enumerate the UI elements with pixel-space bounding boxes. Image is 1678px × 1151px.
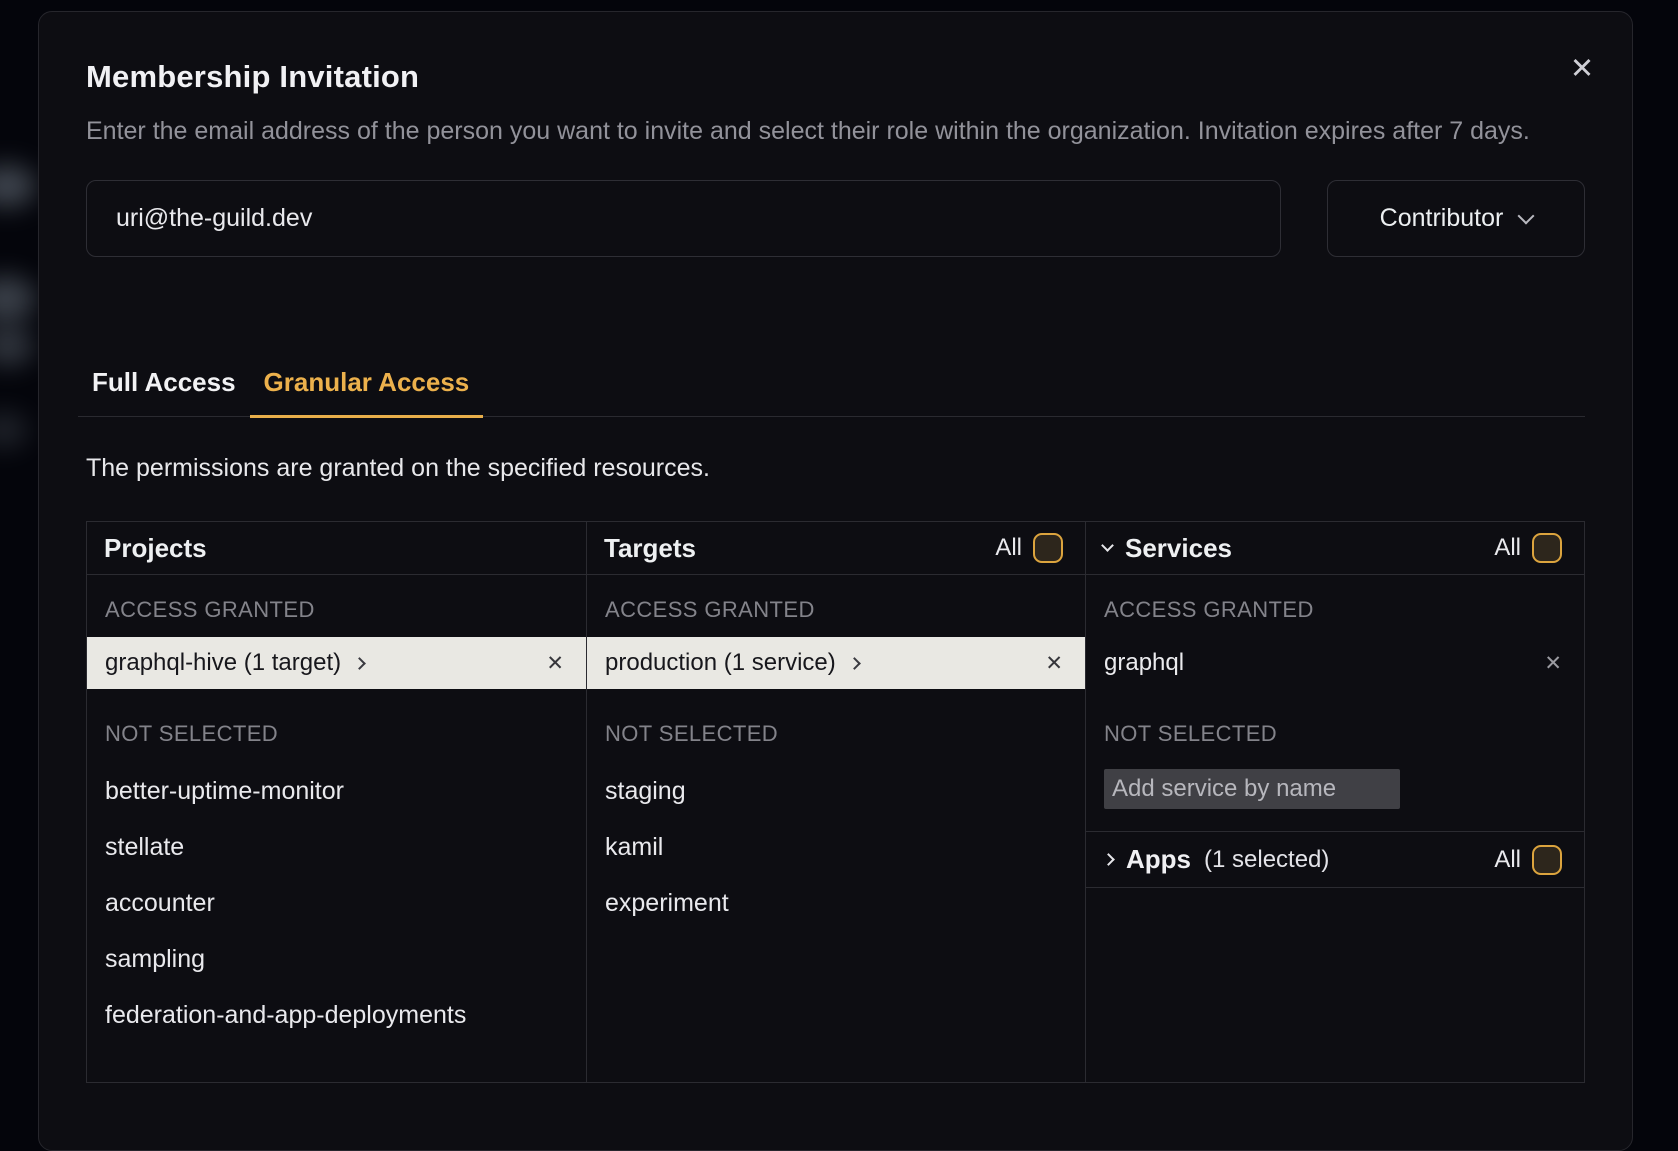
background-blur-artifact [0, 326, 34, 366]
tab-full-access[interactable]: Full Access [78, 367, 250, 416]
invite-row: Contributor [86, 180, 1585, 257]
services-all-box: All [1494, 533, 1562, 563]
granted-service-label: graphql [1104, 649, 1184, 677]
services-header[interactable]: Services All [1086, 522, 1584, 575]
not-selected-label: NOT SELECTED [587, 721, 1085, 747]
targets-all-box: All [995, 533, 1063, 563]
target-item[interactable]: staging [587, 763, 1085, 819]
not-selected-label: NOT SELECTED [87, 721, 586, 747]
background-blur-artifact [0, 276, 36, 322]
granted-target-row[interactable]: production (1 service) ✕ [587, 637, 1085, 689]
background-blur-artifact [0, 165, 36, 207]
targets-header: Targets All [587, 522, 1085, 575]
dialog-description: Enter the email address of the person yo… [86, 112, 1576, 151]
chevron-right-icon [353, 657, 366, 670]
project-item[interactable]: stellate [87, 819, 586, 875]
background-blur-artifact [0, 412, 28, 448]
projects-header-label: Projects [104, 533, 207, 564]
resources-table: Projects ACCESS GRANTED graphql-hive (1 … [86, 521, 1585, 1083]
targets-all-label: All [995, 534, 1022, 562]
permissions-note: The permissions are granted on the speci… [86, 454, 1585, 483]
remove-target-icon[interactable]: ✕ [1045, 651, 1063, 676]
access-granted-label: ACCESS GRANTED [1086, 597, 1584, 623]
granted-project-row[interactable]: graphql-hive (1 target) ✕ [87, 637, 586, 689]
projects-header: Projects [87, 522, 586, 575]
apps-all-checkbox[interactable] [1532, 845, 1562, 875]
chevron-right-icon [848, 657, 861, 670]
access-tabs: Full Access Granular Access [78, 367, 1585, 417]
remove-project-icon[interactable]: ✕ [546, 651, 564, 676]
dialog-title: Membership Invitation [86, 59, 1585, 95]
target-item[interactable]: experiment [587, 875, 1085, 931]
projects-column: Projects ACCESS GRANTED graphql-hive (1 … [87, 522, 586, 1082]
services-all-checkbox[interactable] [1532, 533, 1562, 563]
targets-header-label: Targets [604, 533, 696, 564]
targets-column: Targets All ACCESS GRANTED production (1… [586, 522, 1085, 1082]
add-service-input[interactable] [1104, 769, 1400, 809]
apps-section-row[interactable]: Apps (1 selected) All [1086, 831, 1584, 888]
targets-all-checkbox[interactable] [1033, 533, 1063, 563]
role-select-value: Contributor [1380, 204, 1504, 233]
project-item[interactable]: accounter [87, 875, 586, 931]
membership-invitation-dialog: ✕ Membership Invitation Enter the email … [38, 11, 1633, 1151]
email-input[interactable] [86, 180, 1281, 257]
services-header-label: Services [1125, 533, 1232, 564]
apps-selected-count: (1 selected) [1204, 846, 1329, 874]
close-icon[interactable]: ✕ [1562, 48, 1602, 88]
chevron-down-icon [1101, 539, 1114, 552]
granted-project-label: graphql-hive (1 target) [105, 649, 341, 677]
access-granted-label: ACCESS GRANTED [587, 597, 1085, 623]
project-item[interactable]: sampling [87, 931, 586, 987]
granted-service-row: graphql ✕ [1086, 637, 1584, 689]
project-item[interactable]: federation-and-app-deployments [87, 987, 586, 1043]
chevron-right-icon [1102, 853, 1115, 866]
remove-service-icon[interactable]: ✕ [1544, 651, 1562, 676]
role-select[interactable]: Contributor [1327, 180, 1585, 257]
not-selected-label: NOT SELECTED [1086, 721, 1584, 747]
apps-label: Apps [1126, 844, 1191, 875]
apps-all-box: All [1494, 845, 1562, 875]
granted-target-label: production (1 service) [605, 649, 836, 677]
services-column: Services All ACCESS GRANTED graphql ✕ NO… [1085, 522, 1584, 1082]
project-item[interactable]: better-uptime-monitor [87, 763, 586, 819]
target-item[interactable]: kamil [587, 819, 1085, 875]
tab-granular-access[interactable]: Granular Access [250, 367, 484, 418]
chevron-down-icon [1518, 207, 1535, 224]
access-granted-label: ACCESS GRANTED [87, 597, 586, 623]
services-all-label: All [1494, 534, 1521, 562]
apps-all-label: All [1494, 846, 1521, 874]
